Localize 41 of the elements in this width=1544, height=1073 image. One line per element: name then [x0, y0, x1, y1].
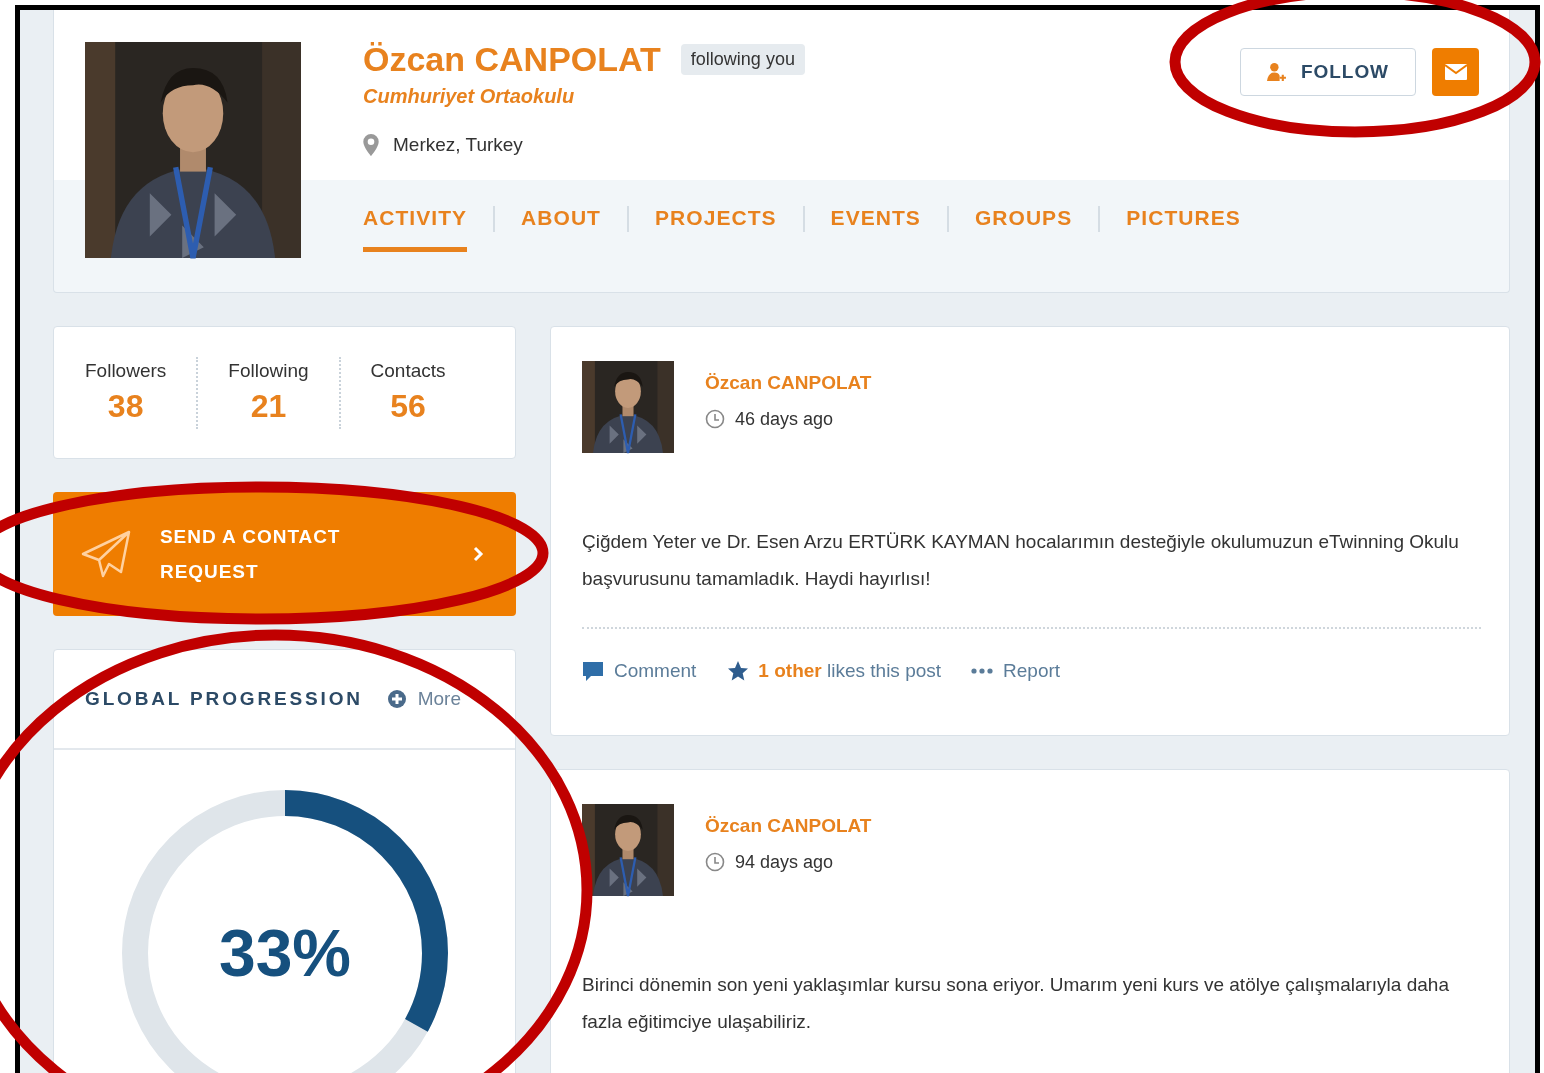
paper-plane-icon: [81, 529, 131, 579]
person-plus-icon: [1267, 62, 1287, 82]
stat-value: 38: [107, 386, 144, 426]
profile-tab[interactable]: PICTURES: [1126, 201, 1241, 252]
more-dots-icon: [971, 668, 994, 675]
comment-link[interactable]: Comment: [582, 657, 697, 686]
clock-icon: [705, 852, 725, 872]
post-text: Birinci dönemin son yeni yaklaşımlar kursu sona eriyor. Umarım yeni kurs ve atölye çalışmalarıyla daha fazla eğitimciye ulaşabiliriz.: [582, 973, 1450, 1034]
profile-name: Özcan CANPOLAT: [363, 39, 661, 79]
location-pin-icon: [363, 134, 379, 157]
stat-value: 56: [390, 386, 426, 426]
progress-value: 33%: [218, 920, 352, 986]
profile-tab[interactable]: PROJECTS: [655, 201, 777, 252]
stat-label: Following: [228, 359, 309, 383]
profile-tab[interactable]: EVENTS: [830, 201, 921, 252]
post-author: Özcan CANPOLAT: [705, 371, 872, 395]
following-badge: following you: [680, 43, 805, 75]
chevron-right-icon: [473, 546, 484, 562]
section-title: GLOBAL PROGRESSION: [85, 686, 363, 711]
speech-bubble-icon: [582, 660, 604, 682]
likes-text: 1 other likes this post: [758, 659, 942, 683]
post-text: Çiğdem Yeter ve Dr. Esen Arzu ERTÜRK KAYMAN hocalarımın desteğiyle okulumuzun eTwinning Okulu başvurusunu tamamladık. Haydi hayırlısı!: [582, 530, 1460, 591]
stat-label: Contacts: [370, 359, 446, 383]
post-author: Özcan CANPOLAT: [705, 814, 872, 838]
clock-icon: [705, 409, 725, 429]
profile-tab[interactable]: ACTIVITY: [363, 201, 468, 252]
report-link[interactable]: Report: [971, 657, 1061, 686]
message-button[interactable]: [1432, 48, 1479, 96]
location-text: Merkez, Turkey: [393, 133, 523, 157]
post-time: 46 days ago: [735, 407, 834, 431]
post-time: 94 days ago: [735, 850, 834, 874]
stat-value: 21: [250, 386, 287, 426]
follow-button[interactable]: FOLLOW: [1240, 48, 1416, 96]
stat-label: Followers: [85, 359, 167, 383]
star-icon: [728, 661, 749, 682]
school-name: Cumhuriyet Ortaokulu: [363, 84, 576, 109]
more-link[interactable]: More: [387, 684, 461, 714]
profile-tab[interactable]: GROUPS: [974, 201, 1073, 252]
envelope-icon: [1444, 64, 1467, 80]
profile-tab[interactable]: ABOUT: [521, 201, 601, 252]
plus-circle-icon: [387, 690, 406, 708]
